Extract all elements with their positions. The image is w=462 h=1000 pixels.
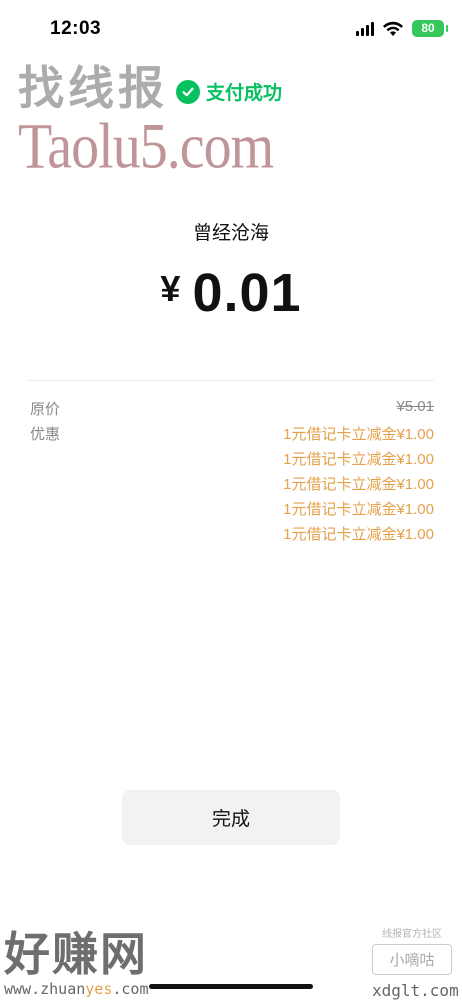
wifi-icon	[383, 21, 403, 36]
amount-value: 0.01	[192, 263, 302, 323]
discount-item: 1元借记卡立减金¥1.00	[283, 501, 434, 518]
currency-symbol: ¥	[160, 268, 181, 309]
watermark-site: Taolu5.com	[18, 111, 274, 183]
watermark-top: 找线报	[18, 61, 168, 115]
discount-label: 优惠	[30, 426, 61, 443]
status-bar: 12:03 80	[0, 0, 462, 56]
watermark-bottom: 好赚网 www.zhuanyes.com	[4, 918, 149, 998]
cellular-signal-icon	[356, 21, 374, 36]
done-button[interactable]: 完成	[122, 790, 340, 845]
discount-item: 1元借记卡立减金¥1.00	[283, 476, 434, 493]
success-text: 支付成功	[206, 83, 283, 104]
divider	[28, 380, 434, 381]
watermark-right: 线报官方社区 小嘀咕 xdglt.com	[372, 925, 459, 1000]
payment-amount: ¥0.01	[0, 262, 462, 324]
status-icons: 80	[356, 20, 448, 37]
success-check-icon	[176, 79, 200, 104]
discount-list: 1元借记卡立减金¥1.00 1元借记卡立减金¥1.00 1元借记卡立减金¥1.0…	[283, 422, 434, 547]
watermark-bottom-logo: 好赚网	[4, 927, 148, 981]
original-price-label: 原价	[30, 401, 61, 418]
merchant-name: 曾经沧海	[192, 223, 269, 244]
watermark-right-box: 小嘀咕	[372, 944, 452, 975]
home-indicator[interactable]	[149, 984, 313, 989]
discount-item: 1元借记卡立减金¥1.00	[283, 451, 434, 468]
discount-item: 1元借记卡立减金¥1.00	[283, 526, 434, 543]
battery-icon: 80	[412, 20, 448, 37]
payment-success-header: 支付成功	[176, 78, 282, 105]
original-price-value: ¥5.01	[396, 398, 434, 415]
discount-item: 1元借记卡立减金¥1.00	[283, 426, 434, 443]
status-time: 12:03	[50, 18, 102, 39]
watermark-right-site: xdglt.com	[372, 981, 459, 1000]
watermark-right-caption: 线报官方社区	[382, 929, 442, 940]
